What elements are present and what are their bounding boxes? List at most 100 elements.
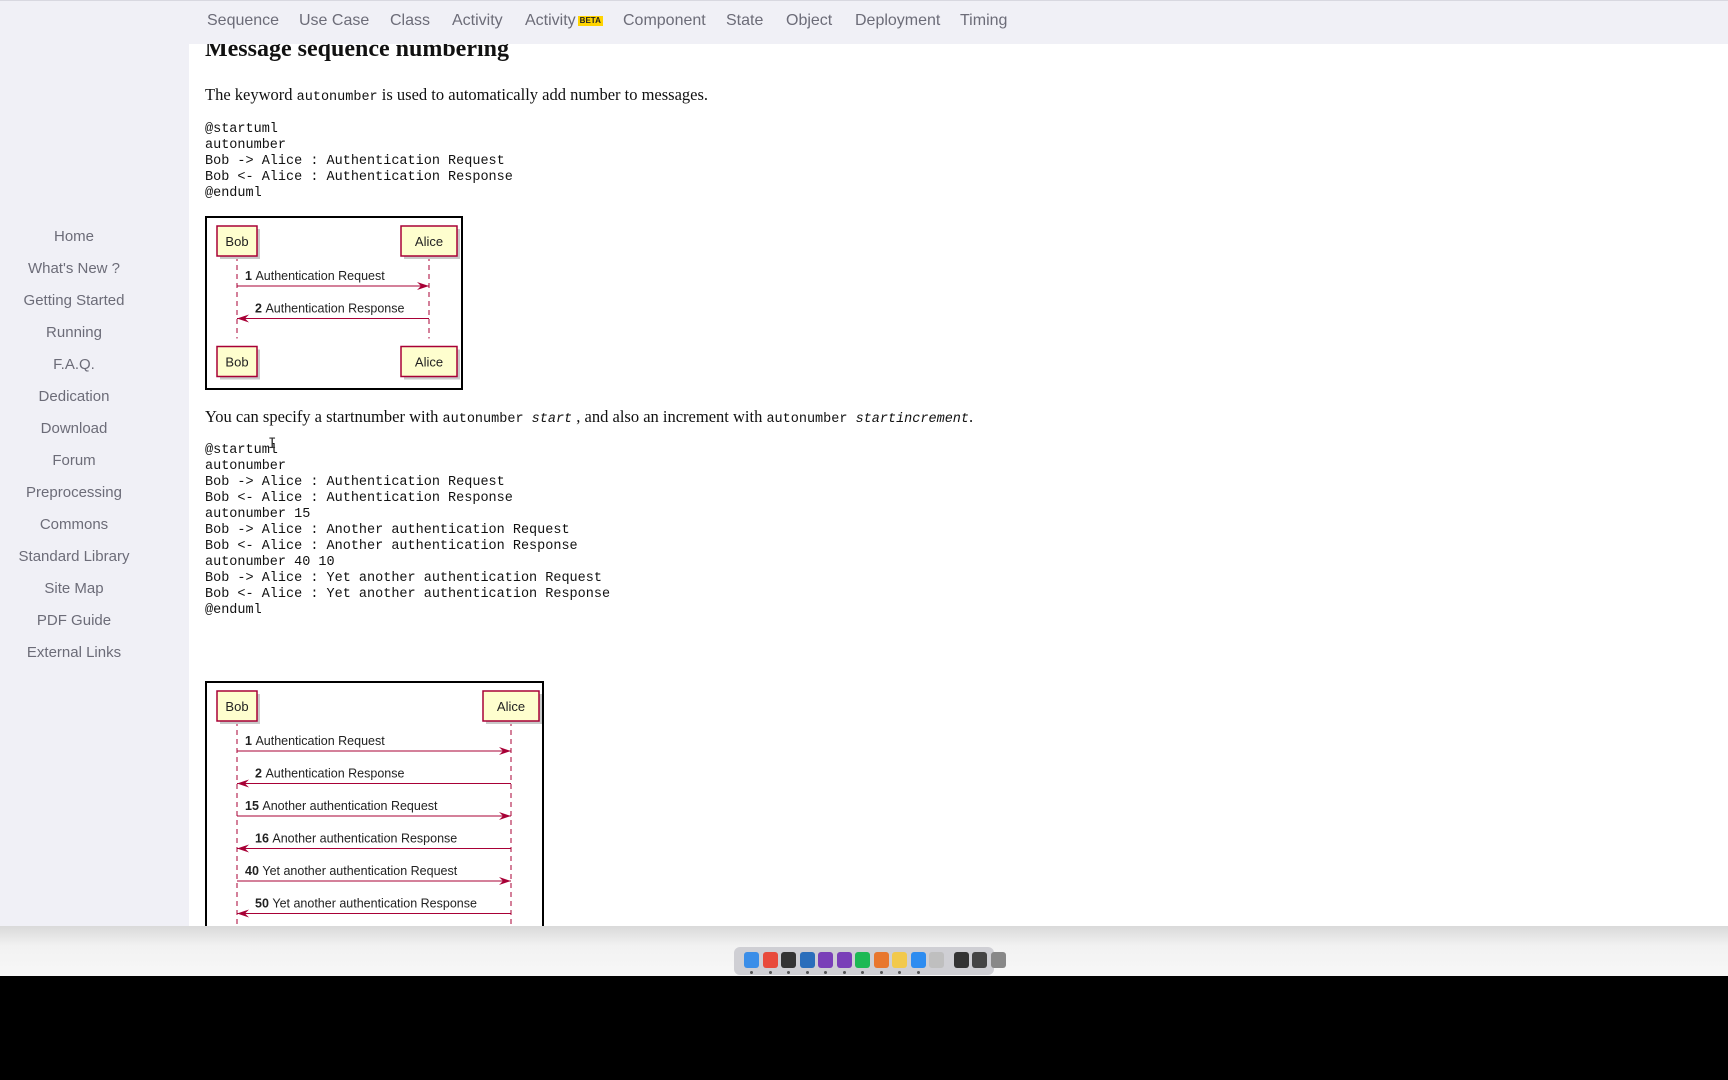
sidebar-item-pdf-guide[interactable]: PDF Guide — [0, 612, 148, 629]
finder-icon[interactable] — [744, 952, 759, 968]
code-line: Bob -> Alice : Authentication Request — [205, 154, 505, 169]
message-number: 1 — [245, 269, 255, 283]
message-text: Authentication Request — [255, 734, 385, 748]
sidebar-item-running[interactable]: Running — [0, 324, 148, 341]
intro-paragraph: The keyword autonumber is used to automa… — [205, 85, 708, 105]
chrome-icon[interactable] — [762, 952, 778, 968]
message-label: 16 Another authentication Response — [255, 832, 457, 846]
onenote-icon[interactable] — [836, 952, 852, 968]
sidebar-item-whats-new[interactable]: What's New ? — [0, 260, 148, 277]
nav-use-case[interactable]: Use Case — [299, 12, 369, 30]
code-line: Bob <- Alice : Authentication Response — [205, 491, 513, 506]
code-block-2: @startuml autonumber Bob -> Alice : Auth… — [205, 443, 610, 619]
sidebar-item-faq[interactable]: F.A.Q. — [0, 356, 148, 373]
code-line: @enduml — [205, 186, 262, 201]
sidebar-item-site-map[interactable]: Site Map — [0, 580, 148, 597]
dock-running-indicator — [842, 971, 846, 974]
sidebar-item-forum[interactable]: Forum — [0, 452, 148, 469]
message-number: 16 — [255, 832, 272, 846]
main-content: Message sequence numbering The keyword a… — [189, 0, 1728, 926]
paragraph-text: , and also an increment with — [572, 407, 767, 426]
message-number: 2 — [255, 302, 265, 316]
sequence-diagram-svg: Bob Alice Bob Alice 1 Authentication Request… — [216, 225, 460, 380]
nav-state[interactable]: State — [726, 12, 763, 30]
trash-icon[interactable] — [990, 952, 1006, 968]
message-label: 40 Yet another authentication Request — [245, 864, 458, 878]
sequence-diagram-2: Bob Alice 1 Authentication Request 2 Authen… — [205, 681, 544, 926]
intro-text: The keyword — [205, 85, 297, 104]
terminal-icon[interactable] — [781, 952, 796, 968]
message-number: 1 — [245, 734, 255, 748]
inline-code-arg: startincrement — [855, 412, 969, 427]
inline-code-arg: start — [531, 412, 573, 427]
browser-viewport: Sequence Use Case Class Activity Activit… — [0, 0, 1728, 926]
dock-running-indicator — [768, 971, 772, 974]
message-number: 50 — [255, 897, 272, 911]
code-block-1: @startuml autonumber Bob -> Alice : Auth… — [205, 122, 513, 202]
sidebar-item-getting-started[interactable]: Getting Started — [0, 292, 148, 309]
sidebar-item-dedication[interactable]: Dedication — [0, 388, 148, 405]
message-label: 2 Authentication Response — [255, 302, 404, 316]
message-text: Yet another authentication Response — [272, 897, 477, 911]
message-text: Authentication Response — [265, 302, 404, 316]
code-line: Bob <- Alice : Another authentication Re… — [205, 539, 578, 554]
message-text: Another authentication Response — [272, 832, 457, 846]
sidebar-item-home[interactable]: Home — [0, 228, 148, 245]
message-label: 2 Authentication Response — [255, 767, 404, 781]
sidebar-item-commons[interactable]: Commons — [0, 516, 148, 533]
safari-icon[interactable] — [910, 952, 926, 968]
nav-activity-beta-label: Activity — [525, 12, 576, 29]
terminal-icon[interactable] — [953, 952, 969, 968]
message-text: Another authentication Request — [262, 799, 438, 813]
dock-running-indicator — [879, 971, 883, 974]
onenote-icon[interactable] — [818, 952, 833, 968]
notes-icon[interactable] — [892, 952, 907, 968]
nav-timing[interactable]: Timing — [960, 12, 1007, 30]
dock-running-indicator — [824, 971, 827, 974]
participant-label: Bob — [225, 699, 248, 714]
message-text: Authentication Request — [255, 269, 385, 283]
top-navigation: Sequence Use Case Class Activity Activit… — [0, 0, 1728, 44]
code-line: @startuml — [205, 443, 278, 458]
code-line: @startuml — [205, 122, 278, 137]
sidebar: Home What's New ? Getting Started Runnin… — [0, 44, 189, 926]
nav-component[interactable]: Component — [623, 12, 706, 30]
participant-label: Alice — [415, 355, 443, 370]
inline-code: autonumber — [296, 90, 378, 105]
sequence-diagram-1: Bob Alice Bob Alice 1 Authentication Request… — [205, 216, 463, 390]
nav-activity-beta[interactable]: Activity BETA — [525, 12, 603, 30]
nav-class[interactable]: Class — [390, 12, 430, 30]
participant-label: Alice — [415, 234, 443, 249]
sidebar-item-preprocessing[interactable]: Preprocessing — [0, 484, 148, 501]
message-label: 1 Authentication Request — [245, 734, 385, 748]
inline-code-keyword: autonumber — [442, 412, 532, 427]
spotify-icon[interactable] — [855, 952, 870, 968]
nav-object[interactable]: Object — [786, 12, 832, 30]
participant-label: Bob — [225, 234, 248, 249]
inline-code: autonumber start — [443, 412, 573, 427]
app-icon[interactable] — [799, 952, 815, 968]
paragraph-text: You can specify a startnumber with — [205, 407, 443, 426]
nav-deployment[interactable]: Deployment — [855, 12, 940, 30]
sidebar-item-standard-library[interactable]: Standard Library — [0, 548, 148, 565]
pen-icon[interactable] — [873, 952, 889, 968]
preview-icon[interactable] — [929, 952, 944, 968]
code-line: @enduml — [205, 603, 262, 618]
dock — [734, 947, 1006, 975]
message-text: Yet another authentication Request — [262, 864, 457, 878]
code-line: Bob <- Alice : Yet another authenticatio… — [205, 587, 611, 602]
monitor-icon[interactable] — [972, 952, 987, 968]
dock-running-indicator — [861, 971, 864, 974]
dock-running-indicator — [750, 971, 753, 974]
intro-text: is used to automatically add number to m… — [377, 85, 709, 104]
sidebar-item-external-links[interactable]: External Links — [0, 644, 148, 661]
beta-badge: BETA — [577, 16, 603, 26]
code-line: Bob -> Alice : Authentication Request — [205, 475, 505, 490]
nav-sequence[interactable]: Sequence — [207, 12, 279, 30]
participant-label: Bob — [225, 355, 248, 370]
sidebar-item-download[interactable]: Download — [0, 420, 148, 437]
code-line: Bob <- Alice : Authentication Response — [205, 170, 513, 185]
message-number: 2 — [255, 767, 265, 781]
nav-activity[interactable]: Activity — [452, 12, 503, 30]
code-line: Bob -> Alice : Yet another authenticatio… — [205, 571, 602, 586]
